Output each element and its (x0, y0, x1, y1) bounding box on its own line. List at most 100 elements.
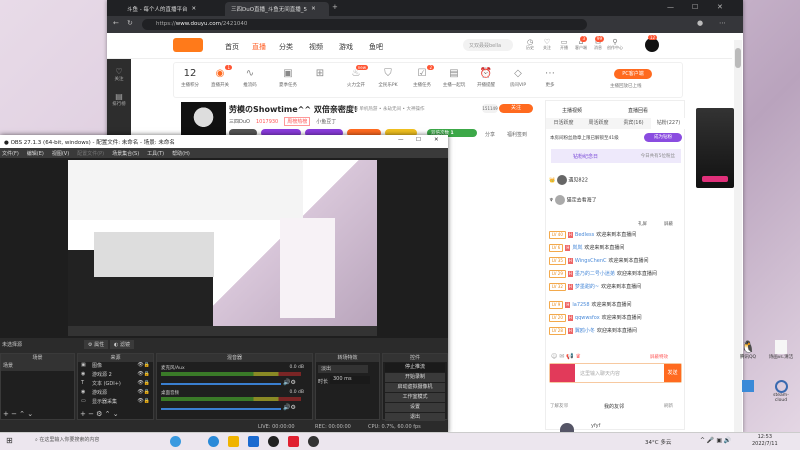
nav-category[interactable]: 分类 (279, 42, 293, 52)
source-controls[interactable]: + − ⚙ ⌃ ⌄ (80, 410, 119, 418)
scene-item[interactable]: 场景 (1, 362, 74, 371)
source-item[interactable]: ▣ 图像 👁🔒 (78, 362, 153, 371)
tool-fire[interactable]: ♨ 火力全开 new (342, 65, 370, 88)
close-icon[interactable]: ✕ (434, 137, 439, 143)
tray-icons[interactable]: ^ 🎤 ▣ 🔊 (700, 437, 731, 444)
pc-client-button[interactable]: PC客户端 (614, 69, 652, 79)
refresh-button[interactable]: 刷新 (664, 403, 673, 409)
chat-username[interactable]: 翼鸥小冬 (575, 328, 595, 334)
category[interactable]: 小鱼豆丁 (316, 118, 336, 125)
close-icon[interactable]: ✕ (311, 6, 316, 12)
tool-live-switch[interactable]: ◉ 直播开关 1 (206, 65, 234, 88)
send-button[interactable]: 发送 (664, 364, 681, 382)
block-checkbox[interactable]: 屏蔽 (664, 221, 673, 227)
menu-help[interactable]: 帮助(H) (172, 151, 190, 157)
visibility-lock-icon[interactable]: 👁🔒 (137, 389, 150, 395)
desktop-icon-app[interactable] (738, 380, 758, 392)
history-button[interactable]: ◷ 历史 (522, 39, 538, 51)
gift-filter-checkbox[interactable]: 礼屏 (638, 221, 647, 227)
anchor-video-link[interactable]: 主播视频 (562, 107, 582, 114)
desktop-icon-steam[interactable]: steam-cloud (768, 380, 794, 403)
edge-icon[interactable] (208, 436, 219, 447)
visibility-lock-icon[interactable]: 👁🔒 (137, 398, 150, 404)
user-avatar[interactable]: 12 (645, 35, 659, 52)
stream-tags[interactable]: 举报 单机热游 • 永劫无间 • 大神操作 (349, 106, 424, 112)
tab-diamond-fans[interactable]: 钻粉(227) (651, 118, 686, 129)
chat-username[interactable]: 墨乃的二号小迷弟 (575, 271, 615, 277)
tab-vip[interactable]: 贵宾(16) (616, 118, 651, 129)
nav-live[interactable]: 直播 (252, 42, 266, 52)
tool-room-vip[interactable]: ◇ 房间VIP (504, 68, 532, 88)
tab-douyu-home[interactable]: 斗鱼 - 每个人的直播平台 ✕ (121, 2, 223, 16)
tab-daily-active[interactable]: 日活跃度 (546, 118, 581, 129)
tab-weekly-active[interactable]: 周活跃度 (581, 118, 616, 129)
douyu-logo[interactable] (173, 38, 203, 52)
control-button[interactable]: 停止推流 (385, 363, 445, 372)
become-fan-button[interactable]: 成为钻粉 (644, 133, 682, 142)
block-effects-toggle[interactable]: 屏蔽特效 (650, 354, 668, 360)
filters-button[interactable]: ◐ 滤镜 (110, 340, 134, 349)
source-item[interactable]: ◉ 游戏源 2 👁🔒 (78, 371, 153, 380)
about-fans-link[interactable]: 了解友邻 (550, 403, 568, 409)
visibility-lock-icon[interactable]: 👁🔒 (137, 362, 150, 368)
nav-games[interactable]: 游戏 (339, 42, 353, 52)
chat-username[interactable]: qqwwsfox (575, 315, 600, 321)
nav-video[interactable]: 视频 (309, 42, 323, 52)
volume-slider[interactable] (161, 383, 281, 385)
client-button[interactable]: ⌂ 客户端 3 (573, 36, 589, 51)
new-tab-button[interactable]: + (332, 3, 338, 11)
chat-username[interactable]: WingsChenC (575, 258, 607, 264)
mixer-track-controls[interactable]: 🔊⚙ (283, 404, 296, 411)
search-input[interactable]: 又双叒叕bella (463, 39, 513, 51)
douyu-client-icon[interactable] (288, 436, 299, 447)
anchor-score[interactable]: 12 主播积分 (176, 68, 204, 88)
menu-profile[interactable]: 配置文件(P) (77, 151, 104, 157)
weather[interactable]: 34°C 多云 (645, 438, 671, 446)
emoji-sticker[interactable] (550, 364, 575, 382)
clock[interactable]: 12:53 2022/7/11 (752, 434, 778, 448)
visibility-lock-icon[interactable]: 👁🔒 (137, 371, 150, 377)
sidebar-item-follow[interactable]: ♡ 关注 (107, 67, 131, 82)
taskbar-search[interactable]: ⌕ 在这里输入你要搜索的内容 (35, 436, 99, 443)
visibility-lock-icon[interactable]: 👁🔒 (137, 380, 150, 386)
control-button[interactable]: 启动虚拟摄像机 (385, 383, 445, 392)
tool-anchor-task[interactable]: ☑ 主播任务 2 (408, 65, 436, 88)
sidebar-item-rank[interactable]: ▤ 排行榜 (107, 92, 131, 107)
mixer-track-controls[interactable]: 🔊⚙ (283, 379, 296, 386)
streamer-name[interactable]: 三四DuO (229, 118, 250, 125)
messages-button[interactable]: ✉ 消息 99 (590, 36, 606, 51)
close-icon[interactable]: ✕ (191, 6, 196, 12)
back-icon[interactable]: ← (113, 19, 119, 27)
tool-summer-task[interactable]: ▣ 夏季任务 (274, 68, 302, 88)
menu-view[interactable]: 视图(V) (52, 151, 69, 157)
refresh-icon[interactable]: ↻ (127, 19, 133, 27)
tool-pk[interactable]: ⛉ 全民乐PK (374, 68, 402, 88)
store-icon[interactable] (248, 436, 259, 447)
nav-home[interactable]: 首页 (225, 42, 239, 52)
friend-name[interactable]: yfyf (591, 423, 600, 429)
source-item[interactable]: T 文本 (GDI+) 👁🔒 (78, 380, 153, 389)
ad-banner[interactable] (696, 108, 734, 188)
source-item[interactable]: ◉ 游戏源 👁🔒 (78, 389, 153, 398)
follow-list-button[interactable]: ♡ 关注 (539, 39, 555, 51)
menu-edit[interactable]: 编辑(E) (27, 151, 44, 157)
transition-select[interactable]: 淡出 (318, 365, 368, 373)
welfare-button[interactable]: 福利签到 (507, 131, 527, 138)
tool-play-together[interactable]: ▤ 主播一起玩 (440, 68, 468, 88)
more-icon[interactable]: ⋯ (719, 19, 726, 27)
control-button[interactable]: 开始录制 (385, 373, 445, 382)
desktop-icon-file[interactable]: 诗画vs.清洁 (768, 340, 794, 360)
control-button[interactable]: 工作室模式 (385, 393, 445, 402)
share-button[interactable]: 分享 (485, 131, 495, 138)
tool-gift[interactable]: ⊞ (306, 68, 334, 82)
url-input[interactable]: https://www.douyu.com/2421040 (142, 19, 587, 30)
menu-file[interactable]: 文件(F) (2, 151, 19, 157)
nav-yuba[interactable]: 鱼吧 (369, 42, 383, 52)
obs-taskbar-icon[interactable] (308, 436, 319, 447)
desktop-icon-qq[interactable]: 🐧 腾讯QQ (738, 340, 758, 360)
minimize-icon[interactable]: — (667, 3, 674, 11)
chat-username[interactable]: Bedless (575, 232, 594, 238)
widgets-icon[interactable] (170, 436, 181, 447)
start-live-button[interactable]: ▭ 开播 (556, 39, 572, 51)
chat-username[interactable]: 梦墨甜的~ (575, 284, 599, 290)
